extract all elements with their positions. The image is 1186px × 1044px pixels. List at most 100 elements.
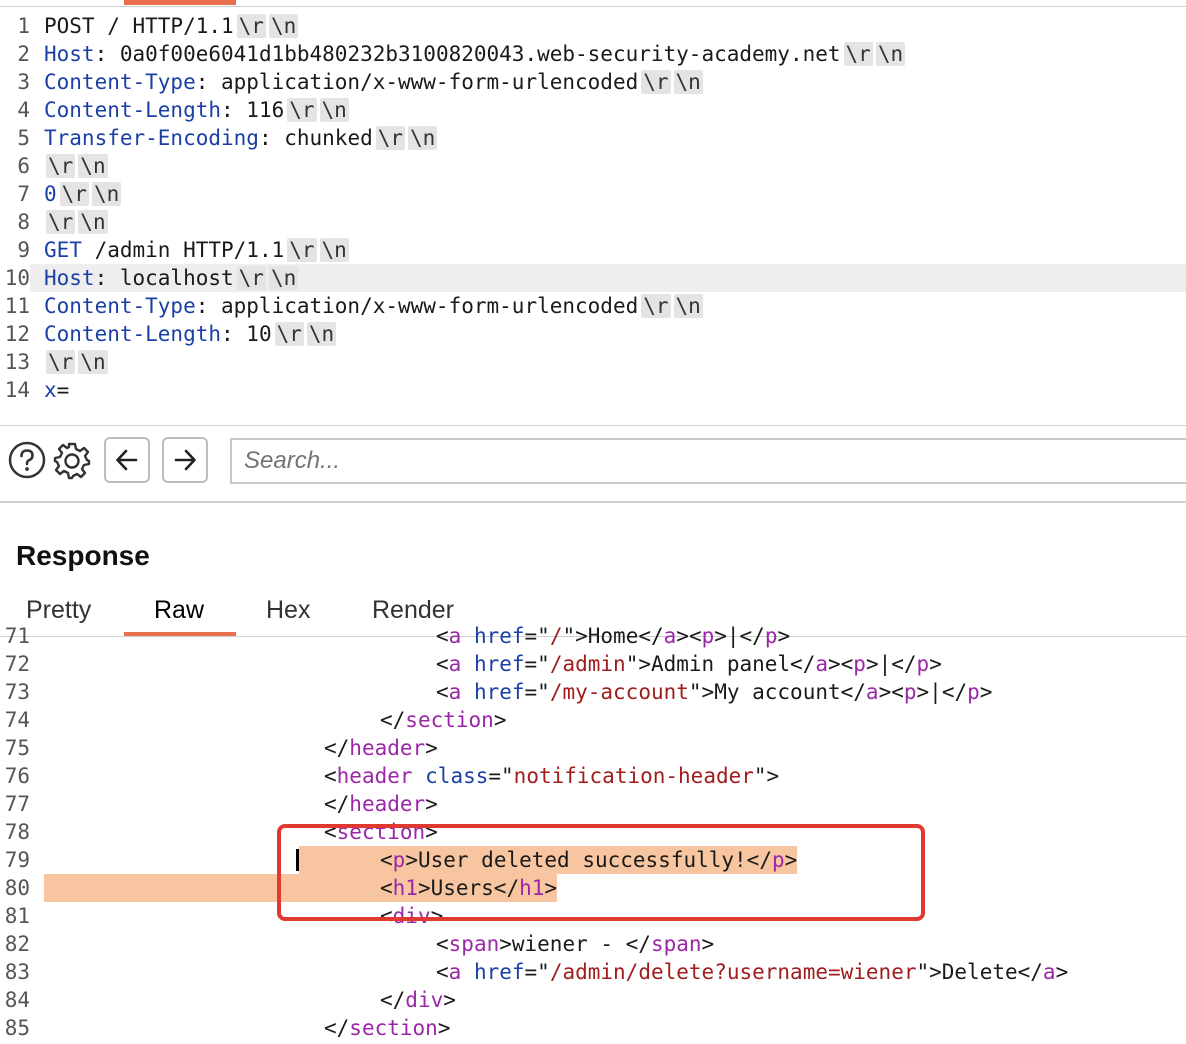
selection-highlight (299, 846, 380, 874)
code-token: ">Delete</ (916, 960, 1043, 984)
code-token: Transfer-Encoding (44, 126, 259, 150)
crlf-marker: \n (78, 210, 108, 234)
code-token: : 10 (221, 322, 272, 346)
response-line: 75 </header> (0, 734, 1186, 762)
forward-button[interactable] (162, 437, 208, 483)
code-token: a (448, 680, 462, 704)
code-token: a (1042, 960, 1056, 984)
code-token: > (437, 1016, 451, 1040)
response-line: 76 <header class="notification-header"> (0, 762, 1186, 790)
back-button[interactable] (104, 437, 150, 483)
code-token: >< (878, 680, 904, 704)
code-token: a (815, 652, 828, 676)
request-line: 12 Content-Length: 10 \r \n (0, 320, 1186, 348)
crlf-marker: \n (408, 126, 438, 150)
crlf-marker: \r (641, 70, 671, 94)
code-token: Content-Type (44, 294, 196, 318)
code-token: =" (524, 624, 550, 648)
code-token: > (493, 708, 507, 732)
crlf-marker: \r (59, 182, 89, 206)
response-line: 71 <a href="/">Home</a><p>|</p> (0, 622, 1186, 650)
code-token: > (425, 736, 438, 760)
request-editor[interactable]: 1 POST / HTTP/1.1 \r \n 2 Host: 0a0f00e6041d1… (0, 12, 1186, 404)
line-code: <header class="notification-header"> (324, 762, 779, 790)
tab-raw[interactable]: Raw (154, 596, 204, 625)
code-token: < (324, 820, 337, 844)
response-line: 85 </section> (0, 1014, 1186, 1042)
line-code: GET /admin HTTP/1.1 \r \n (44, 236, 349, 264)
line-number: 14 (4, 378, 30, 402)
line-number: 12 (4, 322, 30, 346)
request-line: 13 \r \n (0, 348, 1186, 376)
line-code: <section> (324, 818, 438, 846)
code-token: x (44, 378, 57, 402)
code-token: p (967, 680, 980, 704)
line-code: </div> (380, 986, 456, 1014)
line-number: 73 (4, 680, 30, 704)
code-token: p (392, 848, 406, 872)
line-code: <a href="/my-account">My account</a><p>|… (436, 678, 992, 706)
line-number: 11 (4, 294, 30, 318)
request-line: 3 Content-Type: application/x-www-form-ur… (0, 68, 1186, 96)
code-token: a (448, 652, 462, 676)
crlf-marker: \n (78, 350, 108, 374)
help-circle-icon[interactable] (8, 441, 46, 479)
code-token: > (425, 820, 438, 844)
arrow-left-icon (116, 449, 138, 471)
code-token: > (929, 652, 942, 676)
code-token: h1 (519, 876, 545, 900)
line-number: 81 (4, 904, 30, 928)
code-token: >|</ (714, 624, 765, 648)
line-code: </header> (324, 734, 438, 762)
code-token: p (853, 652, 866, 676)
line-number: 7 (17, 182, 30, 206)
code-token: span (448, 932, 500, 956)
response-editor[interactable]: 71 <a href="/">Home</a><p>|</p> 72 <a href=… (0, 622, 1186, 1044)
gear-icon[interactable] (52, 441, 92, 481)
response-line: 73 <a href="/my-account">My account</a><p… (0, 678, 1186, 706)
line-number: 2 (17, 42, 30, 66)
request-line: 6 \r \n (0, 152, 1186, 180)
response-line: 79 <p>User deleted successfully!</p> (0, 846, 1186, 874)
code-token: Content-Length (44, 322, 222, 346)
search-input[interactable] (230, 438, 1186, 484)
line-code: <p>User deleted successfully!</p> (380, 846, 798, 874)
code-token: / (549, 624, 563, 648)
tab-pretty[interactable]: Pretty (26, 596, 91, 625)
response-line: 74 </section> (0, 706, 1186, 734)
code-token: >|</ (916, 680, 968, 704)
code-token: : localhost (94, 266, 234, 290)
code-token: Host (44, 42, 95, 66)
line-number: 85 (4, 1016, 30, 1040)
line-number: 74 (4, 708, 30, 732)
code-token: p (771, 848, 785, 872)
code-token: : application/x-www-form-urlencoded (195, 294, 639, 318)
line-number: 13 (4, 350, 30, 374)
code-token: href (461, 960, 525, 984)
tab-hex[interactable]: Hex (266, 596, 310, 625)
line-number: 1 (17, 14, 30, 38)
code-token: =" (488, 764, 514, 788)
code-token: span (650, 932, 702, 956)
tab-render[interactable]: Render (372, 596, 454, 625)
code-token: >< (828, 652, 854, 676)
crlf-marker: \n (306, 322, 337, 346)
crlf-marker: \n (268, 14, 299, 38)
line-code: Host: 0a0f00e6041d1bb480232b3100820043.w… (44, 40, 906, 68)
request-line: 7 0 \r \n (0, 180, 1186, 208)
response-line: 80 <h1>Users</h1> (0, 874, 1186, 902)
crlf-marker: \n (319, 98, 349, 122)
code-token: < (436, 932, 449, 956)
code-token: < (436, 652, 449, 676)
line-code: <h1>Users</h1> (380, 874, 558, 902)
request-line: 11 Content-Type: application/x-www-form-u… (0, 292, 1186, 320)
code-token: < (324, 764, 337, 788)
crlf-marker: \r (287, 98, 317, 122)
line-code: Content-Length: 10 \r \n (44, 320, 337, 348)
code-token: >< (676, 624, 702, 648)
line-number: 80 (4, 876, 30, 900)
code-token: > (1055, 960, 1069, 984)
response-line: 77 </header> (0, 790, 1186, 818)
line-number: 79 (4, 848, 30, 872)
code-token: div (392, 904, 431, 928)
